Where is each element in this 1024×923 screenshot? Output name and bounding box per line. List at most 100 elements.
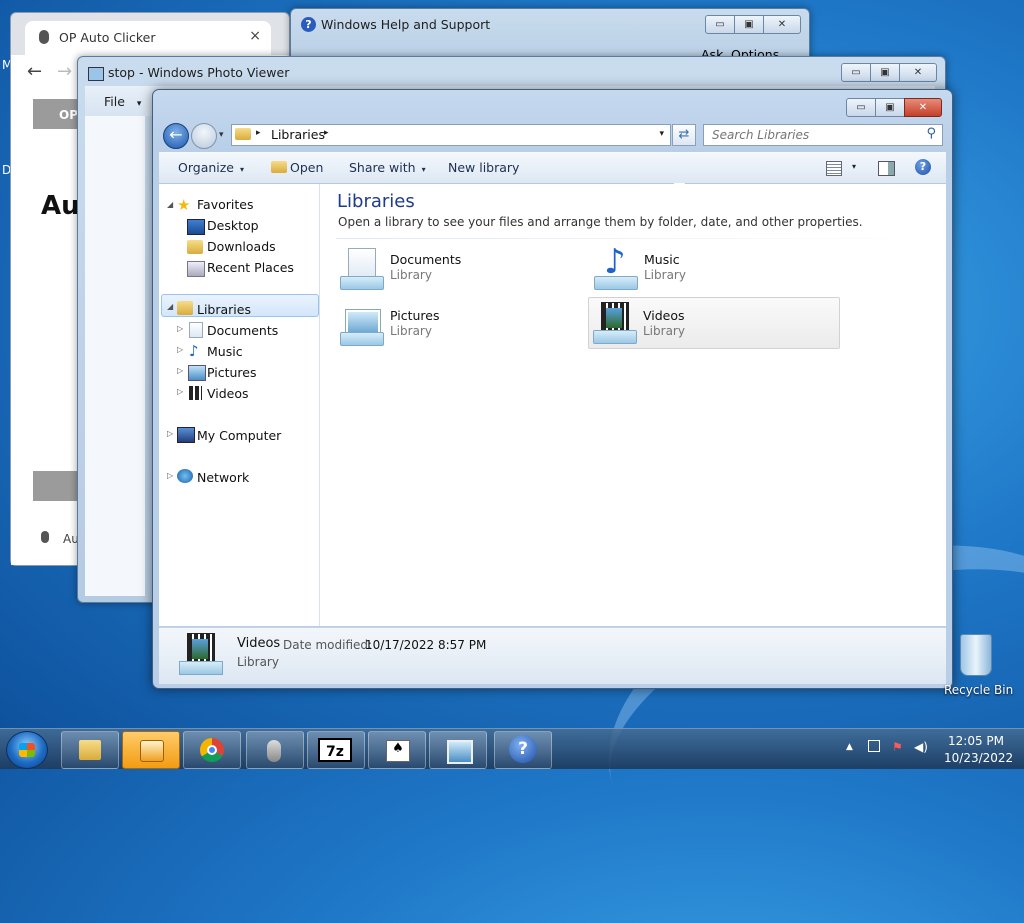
recycle-bin-icon[interactable] [956,632,994,678]
taskbar-help[interactable]: ? [494,731,552,769]
nav-downloads[interactable]: Downloads [207,239,276,254]
explorer-window[interactable]: ▭ ▣ ✕ ← ▾ ▸ Libraries ▸ ▾ ⇄ ⚲ Organize ▾ … [152,89,953,689]
minimize-button[interactable]: ▭ [705,15,735,34]
nav-pictures[interactable]: Pictures [207,365,257,380]
nav-favorites[interactable]: Favorites [197,197,253,212]
photo-viewer-icon [447,740,473,764]
taskbar-explorer[interactable] [61,731,119,769]
help-icon[interactable]: ? [915,159,931,175]
change-view-icon[interactable] [826,161,842,176]
back-button[interactable]: ← [163,123,189,149]
organize-button[interactable]: Organize ▾ [178,160,244,175]
photo-viewer-title: stop - Windows Photo Viewer [108,65,290,80]
search-input[interactable] [710,125,919,145]
nav-documents[interactable]: Documents [207,323,278,338]
address-bar[interactable]: ▸ Libraries ▸ ▾ [231,124,671,146]
library-item-documents[interactable]: Documents Library [336,246,586,296]
volume-icon[interactable]: ◀) [914,740,928,754]
nav-my-computer[interactable]: My Computer [197,428,281,443]
taskbar-7zip[interactable]: 7z [307,731,365,769]
library-name: Music [644,252,680,267]
help-window-title: Windows Help and Support [321,17,491,32]
clock-date[interactable]: 10/23/2022 [944,751,1013,765]
music-icon: ♪ [189,342,199,360]
library-name: Documents [390,252,462,267]
search-box[interactable]: ⚲ [703,124,943,146]
collapse-toggle-icon[interactable]: ▷ [167,429,173,438]
library-item-music[interactable]: ♪ Music Library [590,242,840,296]
details-modified-label: Date modified: [283,638,373,652]
recent-pages-dropdown[interactable]: ▾ [219,130,224,140]
taskbar-media-player[interactable] [122,731,180,769]
taskbar-photo-viewer[interactable] [429,731,487,769]
7zip-icon: 7z [318,738,352,762]
back-arrow-icon[interactable]: ← [27,61,42,82]
solitaire-icon: ♠ [386,740,410,762]
start-button[interactable] [6,731,48,769]
library-type: Library [643,324,685,338]
breadcrumb-arrow[interactable]: ▸ [256,128,261,138]
help-caption-buttons: ▭ ▣ ✕ [705,15,801,34]
tab-close-icon[interactable]: × [249,28,261,44]
collapse-toggle-icon[interactable]: ▷ [177,324,183,333]
nav-desktop[interactable]: Desktop [207,218,259,233]
nav-libraries[interactable]: Libraries [197,302,251,317]
page-heading-fragment: Au [41,191,80,221]
chrome-tab[interactable]: OP Auto Clicker × [25,21,271,55]
taskbar-chrome[interactable] [183,731,241,769]
close-button[interactable]: ✕ [763,15,801,34]
breadcrumb-arrow[interactable]: ▸ [324,128,329,138]
file-menu[interactable]: File ▾ [104,94,141,109]
desktop-icon [187,219,205,235]
library-item-pictures[interactable]: Pictures Library [336,302,586,352]
address-dropdown-icon[interactable]: ▾ [659,129,664,139]
collapse-toggle-icon[interactable]: ▷ [167,471,173,480]
downloads-folder-icon [187,240,203,254]
nav-network[interactable]: Network [197,470,249,485]
clock-time[interactable]: 12:05 PM [948,734,1004,748]
media-player-icon [140,740,164,762]
nav-music[interactable]: Music [207,344,243,359]
taskbar-auto-clicker[interactable] [246,731,304,769]
help-icon: ? [301,17,316,32]
maximize-button[interactable]: ▣ [734,15,764,34]
minimize-button[interactable]: ▭ [846,98,876,117]
videos-library-icon [179,633,223,677]
collapse-toggle-icon[interactable]: ▷ [177,366,183,375]
close-button[interactable]: ✕ [899,63,937,82]
chrome-icon [200,738,224,762]
refresh-button[interactable]: ⇄ [672,124,696,146]
close-button[interactable]: ✕ [904,98,942,117]
breadcrumb-libraries[interactable]: Libraries [271,127,325,142]
new-library-button[interactable]: New library [448,160,519,175]
collapse-toggle-icon[interactable]: ▷ [177,387,183,396]
library-type: Library [390,268,432,282]
network-icon[interactable] [868,740,880,752]
mouse-cursor [673,182,686,202]
mouse-icon [41,531,49,543]
view-dropdown-icon[interactable]: ▾ [852,162,856,171]
maximize-button[interactable]: ▣ [875,98,905,117]
library-item-videos[interactable]: Videos Library [588,297,840,349]
videos-library-icon [591,302,637,346]
minimize-button[interactable]: ▭ [841,63,871,82]
file-menu-caret: ▾ [136,99,142,109]
recent-places-icon [187,261,205,277]
nav-videos[interactable]: Videos [207,386,249,401]
preview-pane-icon[interactable] [878,161,895,176]
share-with-button[interactable]: Share with ▾ [349,160,426,175]
search-icon[interactable]: ⚲ [926,126,936,141]
taskbar-solitaire[interactable]: ♠ [368,731,426,769]
recycle-bin-label[interactable]: Recycle Bin [944,683,1013,697]
maximize-button[interactable]: ▣ [870,63,900,82]
expand-toggle-icon[interactable]: ◢ [167,200,173,209]
collapse-toggle-icon[interactable]: ▷ [177,345,183,354]
open-button[interactable]: Open [290,160,323,175]
action-center-icon[interactable]: ⚑ [892,740,906,754]
forward-button[interactable] [191,123,217,149]
show-hidden-icons[interactable]: ▲ [846,742,853,752]
forward-arrow-icon[interactable]: → [57,61,72,82]
nav-recent-places[interactable]: Recent Places [207,260,294,275]
expand-toggle-icon[interactable]: ◢ [167,302,173,311]
documents-icon [189,322,203,338]
